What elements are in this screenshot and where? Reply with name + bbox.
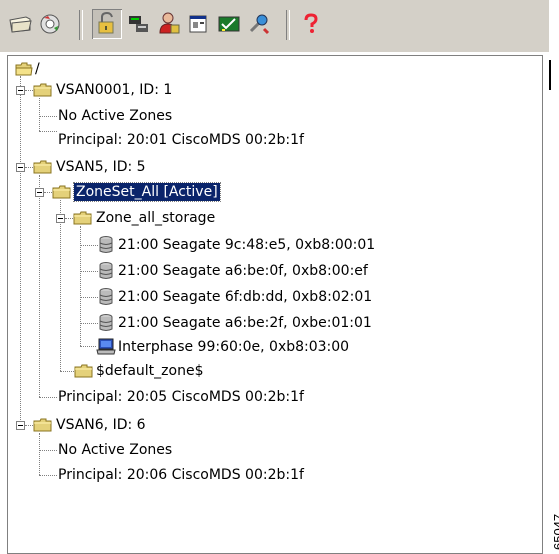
zone-node[interactable]: Zone_all_storage <box>96 209 215 227</box>
toolbar-separator <box>286 10 290 40</box>
user-lock-icon <box>159 12 180 34</box>
zone-tree[interactable]: / VSAN0001, ID: 1 No Active Zones Princi… <box>7 55 543 554</box>
tree-leaf[interactable]: Principal: 20:05 CiscoMDS 00:2b:1f <box>58 388 304 406</box>
vsan-node[interactable]: VSAN5, ID: 5 <box>56 158 146 176</box>
folder-icon <box>74 364 93 378</box>
tree-line <box>80 297 98 298</box>
tree-leaf[interactable]: No Active Zones <box>58 441 172 459</box>
tree-line <box>65 218 73 219</box>
tree-line <box>25 167 33 168</box>
zone-member[interactable]: 21:00 Seagate 6f:db:dd, 0xb8:02:01 <box>118 288 372 306</box>
open-icon <box>9 16 32 33</box>
tree-line <box>39 98 40 131</box>
vsan-node[interactable]: VSAN0001, ID: 1 <box>56 81 172 99</box>
user-security-button[interactable] <box>154 9 184 39</box>
check-chart-icon <box>218 16 240 32</box>
open-button[interactable] <box>6 9 36 39</box>
lock-icon <box>98 11 114 34</box>
collapse-toggle[interactable] <box>16 86 25 95</box>
tree-line <box>39 131 57 132</box>
folder-icon <box>52 185 71 199</box>
tree-line <box>80 245 98 246</box>
tree-line <box>80 323 98 324</box>
edge-tick <box>549 60 551 90</box>
tree-line <box>44 192 52 193</box>
collapse-toggle[interactable] <box>56 214 65 223</box>
tools-button[interactable] <box>244 9 274 39</box>
tree-leaf[interactable]: Principal: 20:06 CiscoMDS 00:2b:1f <box>58 466 304 484</box>
properties-icon <box>189 15 207 33</box>
folder-icon <box>73 211 92 225</box>
folder-icon <box>33 160 52 174</box>
tree-line <box>20 76 21 430</box>
toolbar-separator <box>79 10 83 40</box>
disk-icon <box>99 288 113 305</box>
zoneset-node-selected[interactable]: ZoneSet_All [Active] <box>73 182 221 202</box>
tree-line <box>80 226 81 346</box>
folder-icon <box>33 83 52 97</box>
collapse-toggle[interactable] <box>16 163 25 172</box>
tree-line <box>25 90 33 91</box>
gear-disc-icon <box>40 14 60 34</box>
discover-button[interactable] <box>36 9 66 39</box>
zone-member[interactable]: 21:00 Seagate a6:be:0f, 0xb8:00:ef <box>118 262 368 280</box>
tree-line <box>25 425 33 426</box>
tree-line <box>39 397 57 398</box>
disk-icon <box>99 314 113 331</box>
host-computer-icon <box>96 338 116 355</box>
tree-root[interactable]: / <box>35 60 40 78</box>
collapse-toggle[interactable] <box>16 421 25 430</box>
tree-line <box>39 433 40 475</box>
tree-line <box>80 271 98 272</box>
disk-icon <box>99 236 113 253</box>
properties-button[interactable] <box>184 9 214 39</box>
figure-id: 65047 <box>551 513 559 550</box>
help-button[interactable] <box>296 9 326 39</box>
tree-leaf[interactable]: No Active Zones <box>58 107 172 125</box>
right-edge <box>543 52 559 554</box>
switch-button[interactable] <box>124 9 154 39</box>
zone-member[interactable]: Interphase 99:60:0e, 0xb8:03:00 <box>118 338 349 356</box>
tree-line <box>39 116 57 117</box>
collapse-toggle[interactable] <box>35 188 44 197</box>
tree-line <box>39 450 57 451</box>
switch-icon <box>129 16 148 32</box>
tree-leaf[interactable]: Principal: 20:01 CiscoMDS 00:2b:1f <box>58 131 304 149</box>
default-zone-node[interactable]: $default_zone$ <box>96 362 203 380</box>
help-icon <box>304 13 318 33</box>
check-chart-button[interactable] <box>214 9 244 39</box>
zone-member[interactable]: 21:00 Seagate a6:be:2f, 0xbe:01:01 <box>118 314 372 332</box>
vsan-node[interactable]: VSAN6, ID: 6 <box>56 416 146 434</box>
toolbar <box>0 0 549 52</box>
lock-button[interactable] <box>92 9 122 39</box>
folder-icon <box>33 418 52 432</box>
folder-open-icon <box>15 62 33 76</box>
tree-line <box>60 200 61 371</box>
tools-icon <box>249 14 270 35</box>
tree-line <box>39 475 57 476</box>
tree-line <box>80 346 96 347</box>
tree-line <box>60 371 74 372</box>
zone-member[interactable]: 21:00 Seagate 9c:48:e5, 0xb8:00:01 <box>118 236 375 254</box>
disk-icon <box>99 262 113 279</box>
tree-line <box>39 175 40 397</box>
